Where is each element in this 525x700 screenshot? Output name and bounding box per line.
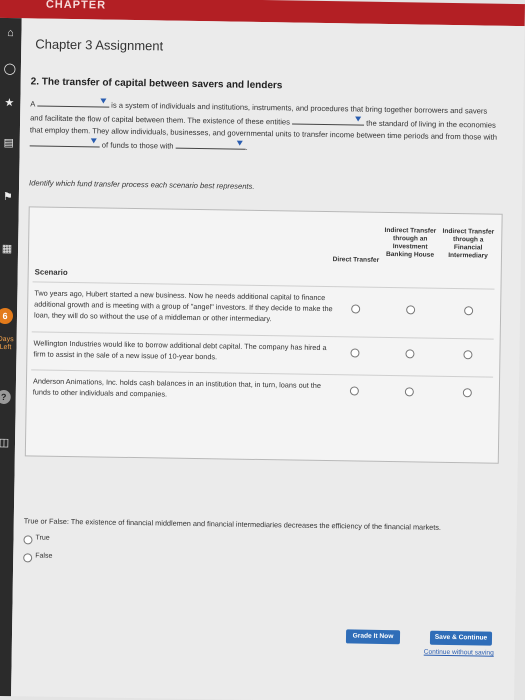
scenario-table: Scenario Direct Transfer Indirect Transf… bbox=[24, 206, 503, 464]
dropdown-3[interactable] bbox=[29, 136, 100, 148]
dropdown-4[interactable] bbox=[175, 138, 246, 150]
para-text-5: . bbox=[245, 142, 248, 152]
radio-false[interactable] bbox=[23, 553, 33, 563]
question-title: 2. The transfer of capital between saver… bbox=[30, 76, 283, 92]
column-header-financial-intermediary: Indirect Transfer through a Financial In… bbox=[442, 227, 495, 260]
option-false-label[interactable]: False bbox=[35, 552, 52, 559]
radio-row3-financial-intermediary[interactable] bbox=[462, 388, 472, 398]
page: CHAPTER ⌂ ◯ ★ ▤ ⚑ ▦ 6 Days Left ? ◫ Chap… bbox=[0, 0, 525, 700]
star-icon[interactable]: ★ bbox=[2, 96, 16, 110]
radio-true[interactable] bbox=[23, 535, 33, 545]
days-left-label: Days Left bbox=[0, 335, 14, 352]
para-text-1: A bbox=[30, 99, 36, 109]
grid-icon[interactable]: ▦ bbox=[0, 242, 14, 256]
radio-row1-direct[interactable] bbox=[351, 304, 361, 314]
flag-icon[interactable]: ⚑ bbox=[1, 190, 15, 204]
column-header-direct: Direct Transfer bbox=[332, 256, 380, 264]
radio-row1-investment-banking[interactable] bbox=[406, 305, 416, 315]
grade-it-now-button[interactable]: Grade It Now bbox=[345, 629, 401, 645]
screen: CHAPTER ⌂ ◯ ★ ▤ ⚑ ▦ 6 Days Left ? ◫ Chap… bbox=[0, 0, 525, 700]
column-header-investment-banking: Indirect Transfer through an Investment … bbox=[384, 226, 437, 259]
chapter-title: Chapter 3 Assignment bbox=[35, 36, 164, 54]
chevron-down-icon bbox=[90, 138, 97, 144]
clock-icon[interactable]: ◯ bbox=[3, 62, 17, 76]
help-icon[interactable]: ? bbox=[0, 389, 11, 405]
main-panel: Chapter 3 Assignment 2. The transfer of … bbox=[11, 18, 525, 700]
scenario-header: Scenario bbox=[34, 267, 68, 277]
radio-row2-investment-banking[interactable] bbox=[405, 349, 415, 359]
radio-row2-financial-intermediary[interactable] bbox=[463, 350, 473, 360]
dropdown-1[interactable] bbox=[37, 96, 110, 108]
para-text-4: of funds to those with bbox=[99, 140, 174, 151]
option-true-label[interactable]: True bbox=[35, 535, 49, 542]
radio-row3-investment-banking[interactable] bbox=[404, 387, 414, 397]
save-continue-button[interactable]: Save & Continue bbox=[429, 630, 493, 646]
chevron-down-icon bbox=[355, 116, 362, 122]
dropdown-2[interactable] bbox=[292, 114, 365, 126]
chevron-down-icon bbox=[100, 98, 107, 104]
radio-row3-direct[interactable] bbox=[349, 386, 359, 396]
continue-without-saving-link[interactable]: Continue without saving bbox=[424, 649, 494, 657]
question-paragraph: A is a system of individuals and institu… bbox=[29, 96, 501, 157]
header-title: CHAPTER bbox=[45, 0, 107, 12]
chevron-down-icon bbox=[236, 140, 243, 146]
scenario-row-1: Two years ago, Hubert started a new busi… bbox=[33, 288, 333, 324]
instruction-text: Identify which fund transfer process eac… bbox=[29, 178, 255, 191]
scenario-row-2: Wellington Industries would like to borr… bbox=[33, 338, 327, 362]
radio-row2-direct[interactable] bbox=[350, 348, 360, 358]
book-icon[interactable]: ▤ bbox=[2, 136, 16, 150]
calendar-icon[interactable]: ◫ bbox=[0, 436, 11, 450]
home-icon[interactable]: ⌂ bbox=[3, 26, 17, 40]
true-false-question: True or False: The existence of financia… bbox=[23, 516, 442, 532]
scenario-row-3: Anderson Animations, Inc. holds cash bal… bbox=[32, 376, 322, 399]
assignment-badge[interactable]: 6 bbox=[0, 307, 14, 325]
radio-row1-financial-intermediary[interactable] bbox=[464, 306, 474, 316]
